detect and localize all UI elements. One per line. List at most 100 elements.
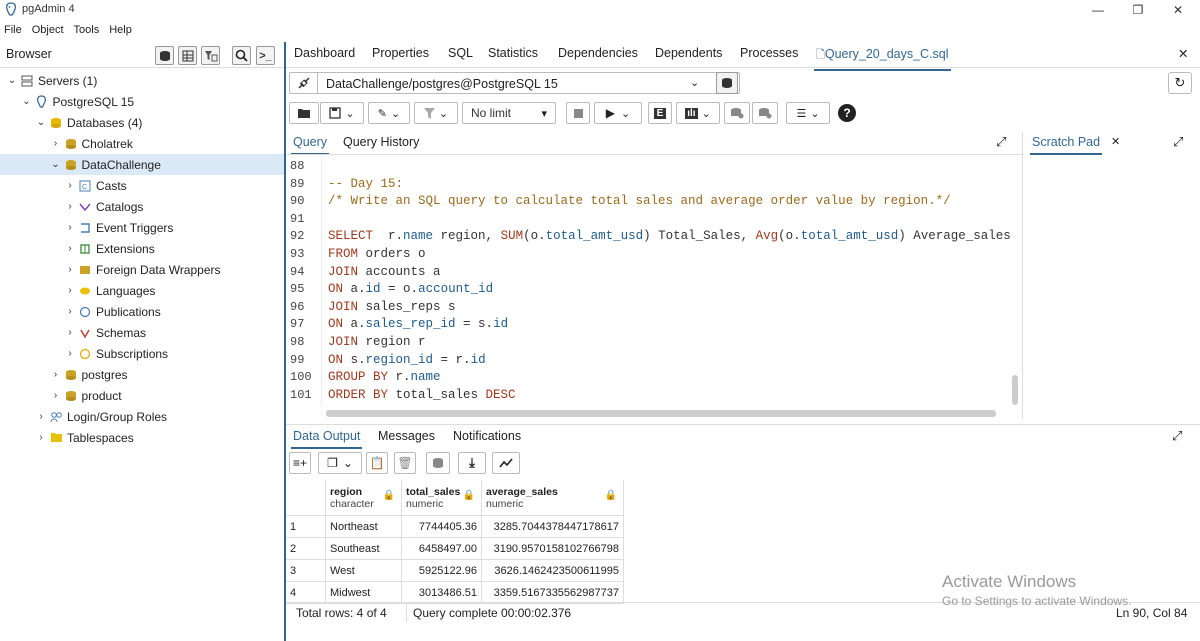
tree-item[interactable]: › Publications <box>0 301 286 322</box>
tab-query-history[interactable]: Query History <box>343 135 419 149</box>
chevron-down-icon[interactable]: ⌄ <box>6 75 18 86</box>
sql-editor[interactable]: 88 89 90 91 92 93 94 95 96 97 98 99 100 101 -- Day 15… <box>286 154 1022 419</box>
grid-cell[interactable]: 3359.5167335562987737 <box>482 582 624 604</box>
grid-cell[interactable]: 7744405.36 <box>402 516 482 538</box>
tree-item[interactable]: › postgres <box>0 364 286 385</box>
tree-item[interactable]: › product <box>0 385 286 406</box>
tab-statistics[interactable]: Statistics <box>488 46 538 60</box>
code-line[interactable]: /* Write an SQL query to calculate total… <box>328 194 951 208</box>
close-window-button[interactable]: ✕ <box>1156 0 1200 20</box>
tree-item[interactable]: › Cholatrek <box>0 133 286 154</box>
filter-icon[interactable]: ⌄ <box>414 102 458 124</box>
code-line[interactable]: ON a.id = o.account_id <box>328 282 493 296</box>
grid-cell[interactable]: 5925122.96 <box>402 560 482 582</box>
row-number[interactable]: 3 <box>286 560 326 582</box>
tree-item[interactable]: ⌄ Servers (1) <box>0 70 286 91</box>
paste-icon[interactable]: 📋 <box>366 452 388 474</box>
chevron-down-icon[interactable]: ⌄ <box>35 117 47 128</box>
grid-corner[interactable] <box>286 480 326 516</box>
restore-button[interactable]: ❐ <box>1116 0 1160 20</box>
grid-cell[interactable]: Midwest <box>326 582 402 604</box>
graph-visualiser-icon[interactable] <box>492 452 520 474</box>
grid-cell[interactable]: West <box>326 560 402 582</box>
column-header[interactable]: region character 🔒 <box>326 480 402 516</box>
tree-item[interactable]: › Schemas <box>0 322 286 343</box>
connection-select[interactable]: DataChallenge/postgres@PostgreSQL 15 ⌄ <box>289 72 740 94</box>
expand-scratch-icon[interactable]: ⤢ <box>1173 134 1183 150</box>
tree-item[interactable]: ⌄ PostgreSQL 15 <box>0 91 286 112</box>
editor-vertical-scrollbar[interactable] <box>1012 375 1018 405</box>
table-view-icon[interactable] <box>178 46 197 65</box>
tab-dependents[interactable]: Dependents <box>655 46 722 60</box>
grid-cell[interactable]: 3626.1462423500611995 <box>482 560 624 582</box>
tree-item[interactable]: › Event Triggers <box>0 217 286 238</box>
tab-dependencies[interactable]: Dependencies <box>558 46 638 60</box>
code-line[interactable]: ON a.sales_rep_id = s.id <box>328 317 508 331</box>
chevron-right-icon[interactable]: › <box>50 138 62 149</box>
expand-icon[interactable]: ⤢ <box>996 134 1006 150</box>
code-line[interactable]: JOIN region r <box>328 335 426 349</box>
chevron-right-icon[interactable]: › <box>64 201 76 212</box>
tree-item[interactable]: › Languages <box>0 280 286 301</box>
grid-cell[interactable]: 3013486.51 <box>402 582 482 604</box>
tree-item[interactable]: › Extensions <box>0 238 286 259</box>
row-number[interactable]: 1 <box>286 516 326 538</box>
grid-cell[interactable]: 3285.7044378447178617 <box>482 516 624 538</box>
code-line[interactable]: JOIN sales_reps s <box>328 300 456 314</box>
new-connection-db-icon[interactable] <box>716 72 738 94</box>
filter-table-icon[interactable] <box>201 46 220 65</box>
rollback-icon[interactable] <box>752 102 778 124</box>
copy-icon[interactable]: ❐ ⌄ <box>318 452 362 474</box>
chevron-right-icon[interactable]: › <box>50 369 62 380</box>
execute-query-button[interactable]: ▶ ⌄ <box>594 102 642 124</box>
chevron-right-icon[interactable]: › <box>35 411 47 422</box>
menu-help[interactable]: Help <box>109 24 132 36</box>
chevron-right-icon[interactable]: › <box>64 285 76 296</box>
tab-dashboard[interactable]: Dashboard <box>294 46 355 60</box>
save-data-icon[interactable] <box>426 452 450 474</box>
menu-object[interactable]: Object <box>32 24 64 36</box>
tree-item[interactable]: › Catalogs <box>0 196 286 217</box>
tab-query[interactable]: Query <box>290 135 330 155</box>
stop-query-icon[interactable] <box>566 102 590 124</box>
explain-analyze-icon[interactable]: ılı ⌄ <box>676 102 720 124</box>
chevron-right-icon[interactable]: › <box>64 306 76 317</box>
grid-cell[interactable]: Southeast <box>326 538 402 560</box>
edit-icon[interactable]: ✎ ⌄ <box>368 102 410 124</box>
code-line[interactable]: FROM orders o <box>328 247 426 261</box>
tree-item[interactable]: ⌄ Databases (4) <box>0 112 286 133</box>
download-icon[interactable]: ⤓ <box>458 452 486 474</box>
commit-icon[interactable] <box>724 102 750 124</box>
close-scratch-icon[interactable]: ✕ <box>1111 135 1120 148</box>
code-line[interactable]: GROUP BY r.name <box>328 370 441 384</box>
scratch-pad-input[interactable] <box>1023 158 1200 416</box>
tree-item[interactable]: › Subscriptions <box>0 343 286 364</box>
menu-tools[interactable]: Tools <box>74 24 100 36</box>
grid-cell[interactable]: 6458497.00 <box>402 538 482 560</box>
row-number[interactable]: 4 <box>286 582 326 604</box>
psql-terminal-icon[interactable]: >_ <box>256 46 275 65</box>
connection-status-icon[interactable] <box>290 73 318 93</box>
expand-results-icon[interactable]: ⤢ <box>1172 428 1182 444</box>
macros-icon[interactable]: ☰ ⌄ <box>786 102 830 124</box>
chevron-right-icon[interactable]: › <box>64 348 76 359</box>
chevron-down-icon[interactable]: ⌄ <box>50 159 62 170</box>
grid-cell[interactable]: 3190.9570158102766798 <box>482 538 624 560</box>
tree-item[interactable]: › Foreign Data Wrappers <box>0 259 286 280</box>
grid-cell[interactable]: Northeast <box>326 516 402 538</box>
code-line[interactable]: -- Day 15: <box>328 177 403 191</box>
tree-item[interactable]: › Tablespaces <box>0 427 286 448</box>
chevron-right-icon[interactable]: › <box>35 432 47 443</box>
code-line[interactable]: ON s.region_id = r.id <box>328 353 486 367</box>
refresh-icon[interactable]: ↻ <box>1168 72 1192 94</box>
row-limit-select[interactable]: No limit ▾ <box>462 102 556 124</box>
help-icon[interactable]: ? <box>834 102 860 124</box>
row-number[interactable]: 2 <box>286 538 326 560</box>
add-row-icon[interactable]: ≡+ <box>289 452 311 474</box>
tab-data-output[interactable]: Data Output <box>290 429 363 449</box>
search-icon[interactable] <box>232 46 251 65</box>
code-line[interactable]: JOIN accounts a <box>328 265 441 279</box>
tab-scratch-pad[interactable]: Scratch Pad <box>1029 135 1103 155</box>
chevron-right-icon[interactable]: › <box>64 264 76 275</box>
editor-horizontal-scrollbar[interactable] <box>326 410 996 417</box>
